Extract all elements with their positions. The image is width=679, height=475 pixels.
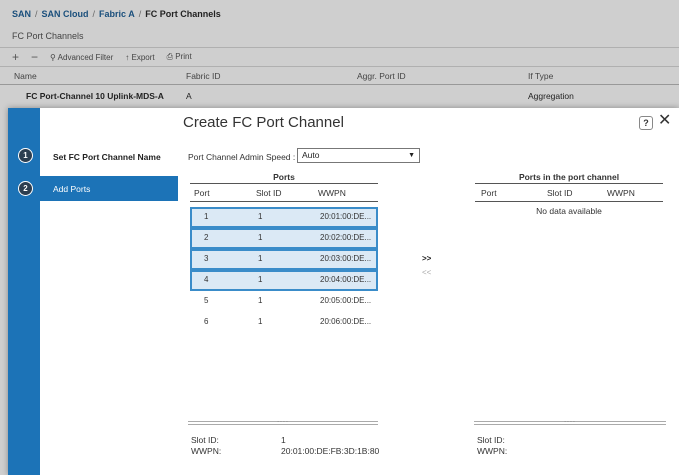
breadcrumb-current: FC Port Channels — [145, 9, 221, 19]
move-right-button[interactable]: >> — [422, 254, 431, 263]
splitter-grip: .... — [277, 417, 289, 424]
port-row[interactable]: 6 1 20:06:00:DE... — [190, 312, 378, 333]
step-1-indicator[interactable]: 1 — [18, 148, 33, 163]
port-cell: 1 — [204, 212, 209, 221]
port-cell: 3 — [204, 254, 209, 263]
channel-detail-slot-label: Slot ID: — [477, 435, 505, 445]
print-icon: ⎙ — [166, 52, 176, 61]
dialog-title: Create FC Port Channel — [183, 114, 344, 131]
column-if-type[interactable]: If Type — [528, 71, 553, 81]
close-icon[interactable]: ✕ — [658, 113, 671, 129]
port-channel-table: Ports in the port channel Port Slot ID W… — [475, 172, 663, 216]
port-row[interactable]: 2 1 20:02:00:DE... — [190, 228, 378, 249]
row-name: FC Port-Channel 10 Uplink-MDS-A — [26, 91, 164, 101]
empty-message: No data available — [536, 206, 602, 216]
page-title: FC Port Channels — [12, 31, 84, 41]
chevron-down-icon: ▼ — [408, 152, 415, 159]
detail-slot-label: Slot ID: — [191, 435, 219, 445]
filter-icon: ⚲ — [50, 52, 58, 62]
help-button[interactable]: ? — [639, 116, 653, 130]
wizard-step-rail: 1 2 — [8, 108, 40, 475]
slot-id-cell: 1 — [258, 296, 263, 305]
breadcrumb-san-cloud[interactable]: SAN Cloud — [42, 9, 89, 19]
port-cell: 2 — [204, 233, 209, 242]
port-channel-title: Ports in the port channel — [475, 172, 663, 184]
wwpn-cell: 20:02:00:DE... — [320, 233, 372, 242]
step-2-indicator[interactable]: 2 — [18, 181, 33, 196]
row-fabric-id: A — [186, 91, 192, 101]
wwpn-cell: 20:01:00:DE... — [320, 212, 372, 221]
advanced-filter-label: Advanced Filter — [57, 52, 114, 62]
detail-wwpn-value: 20:01:00:DE:FB:3D:1B:80 — [281, 446, 380, 456]
column-port[interactable]: Port — [481, 188, 497, 198]
ports-splitter[interactable]: .... — [188, 417, 378, 425]
breadcrumb-fabric-a[interactable]: Fabric A — [99, 9, 135, 19]
breadcrumb: SAN / SAN Cloud / Fabric A / FC Port Cha… — [12, 9, 221, 19]
wwpn-cell: 20:03:00:DE... — [320, 254, 372, 263]
table-header: Name Fabric ID Aggr. Port ID If Type — [0, 67, 679, 85]
ports-header: Port Slot ID WWPN — [190, 184, 378, 202]
breadcrumb-separator: / — [138, 9, 142, 19]
remove-button[interactable]: − — [31, 50, 38, 64]
detail-wwpn-label: WWPN: — [191, 446, 222, 456]
port-cell: 5 — [204, 296, 209, 305]
wwpn-cell: 20:06:00:DE... — [320, 317, 372, 326]
port-cell: 4 — [204, 275, 209, 284]
column-name[interactable]: Name — [14, 71, 37, 81]
step-set-name[interactable]: Set FC Port Channel Name — [53, 152, 161, 162]
breadcrumb-san[interactable]: SAN — [12, 9, 31, 19]
slot-id-cell: 1 — [258, 254, 263, 263]
channel-detail-wwpn-label: WWPN: — [477, 446, 508, 456]
breadcrumb-separator: / — [35, 9, 38, 19]
export-label: Export — [131, 52, 155, 62]
advanced-filter-button[interactable]: ⚲ Advanced Filter — [50, 53, 113, 62]
export-button[interactable]: ↑ Export — [125, 53, 154, 62]
splitter-grip: .... — [564, 417, 576, 424]
admin-speed-label: Port Channel Admin Speed : — [188, 152, 296, 162]
step-add-ports-label: Add Ports — [53, 184, 91, 194]
channel-splitter[interactable]: .... — [474, 417, 666, 425]
port-row[interactable]: 1 1 20:01:00:DE... — [190, 207, 378, 228]
column-wwpn[interactable]: WWPN — [318, 188, 346, 198]
column-wwpn[interactable]: WWPN — [607, 188, 635, 198]
print-label: Print — [175, 52, 192, 61]
table-row[interactable]: FC Port-Channel 10 Uplink-MDS-A A Aggreg… — [0, 85, 679, 107]
port-channel-header: Port Slot ID WWPN — [475, 184, 663, 202]
slot-id-cell: 1 — [258, 317, 263, 326]
slot-id-cell: 1 — [258, 233, 263, 242]
slot-id-cell: 1 — [258, 212, 263, 221]
slot-id-cell: 1 — [258, 275, 263, 284]
port-row[interactable]: 4 1 20:04:00:DE... — [190, 270, 378, 291]
create-fc-port-channel-dialog: 1 2 Set FC Port Channel Name Add Ports C… — [8, 108, 679, 475]
breadcrumb-separator: / — [92, 9, 96, 19]
wwpn-cell: 20:05:00:DE... — [320, 296, 372, 305]
port-row[interactable]: 3 1 20:03:00:DE... — [190, 249, 378, 270]
column-slot-id[interactable]: Slot ID — [547, 188, 573, 198]
row-if-type: Aggregation — [528, 91, 574, 101]
ports-title: Ports — [190, 172, 378, 184]
column-fabric-id[interactable]: Fabric ID — [186, 71, 220, 81]
admin-speed-select[interactable]: Auto ▼ — [297, 148, 420, 163]
column-slot-id[interactable]: Slot ID — [256, 188, 282, 198]
toolbar: + − ⚲ Advanced Filter ↑ Export ⎙ Print — [0, 47, 679, 67]
port-row[interactable]: 5 1 20:05:00:DE... — [190, 291, 378, 312]
add-button[interactable]: + — [12, 50, 19, 64]
print-button[interactable]: ⎙ Print — [167, 52, 192, 62]
ports-table: Ports Port Slot ID WWPN 1 1 20:01:00:DE...… — [190, 172, 378, 333]
wwpn-cell: 20:04:00:DE... — [320, 275, 372, 284]
move-left-button[interactable]: << — [422, 268, 431, 277]
port-cell: 6 — [204, 317, 209, 326]
step-add-ports[interactable]: Add Ports — [40, 176, 178, 201]
column-aggr-port-id[interactable]: Aggr. Port ID — [357, 71, 406, 81]
column-port[interactable]: Port — [194, 188, 210, 198]
detail-slot-value: 1 — [281, 435, 286, 445]
admin-speed-value: Auto — [302, 150, 320, 160]
ports-rows: 1 1 20:01:00:DE... 2 1 20:02:00:DE... 3 1 20:03:… — [190, 207, 378, 333]
wizard-steps: Set FC Port Channel Name Add Ports — [40, 108, 178, 475]
